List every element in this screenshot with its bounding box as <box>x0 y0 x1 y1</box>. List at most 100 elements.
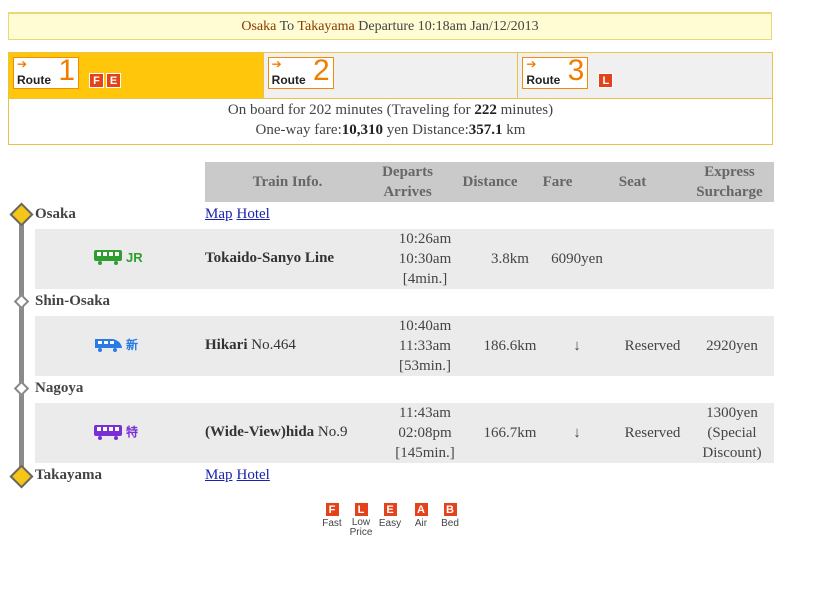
train-times: 10:26am 10:30am [4min.] <box>380 229 470 289</box>
route-number: 3 <box>567 54 585 87</box>
km-unit: km <box>502 122 526 138</box>
col-express: Express <box>704 164 755 180</box>
col-departs-arrives: Departs Arrives <box>370 162 445 202</box>
duration: [53min.] <box>398 358 452 374</box>
col-express-surcharge: Express Surcharge <box>685 162 774 202</box>
route-1-box: ➔ Route 1 <box>13 54 79 89</box>
arrive-time: 02:08pm <box>398 425 452 441</box>
route-label: Route <box>271 73 306 87</box>
seat-cell: Reserved <box>624 425 681 441</box>
legend-air: A Air <box>409 502 433 529</box>
train-name-bold: Hikari <box>205 337 248 353</box>
tab-route-3[interactable]: ➔ Route 3 L <box>518 53 773 98</box>
legend-fast: F Fast <box>320 502 344 529</box>
legend-low-price: L Low Price <box>346 502 376 538</box>
segment-row: 特 (Wide-View)hida No.9 11:43am 02:08pm [… <box>35 403 774 463</box>
station-shin-osaka: Shin-Osaka <box>35 293 111 309</box>
jr-label: JR <box>126 249 143 265</box>
fare-value: 10,310 <box>341 122 383 138</box>
fast-badge: F <box>324 502 340 517</box>
osaka-links: Map Hotel <box>205 206 274 223</box>
shinkansen-label: 新 <box>126 338 139 352</box>
arrow-right-icon: ➔ <box>526 57 537 71</box>
takayama-links: Map Hotel <box>205 467 274 484</box>
route-label: Route <box>17 73 51 87</box>
route-number: 1 <box>58 54 75 87</box>
station-node-icon <box>13 293 30 310</box>
train-name: Tokaido-Sanyo Line <box>205 250 334 267</box>
fast-badge: F <box>89 73 104 88</box>
arrow-right-icon: ➔ <box>271 57 282 71</box>
shinkansen-icon: 新 <box>93 336 138 353</box>
low-price-badge: L <box>353 502 369 517</box>
limited-express-icon: 特 <box>93 423 138 440</box>
train-number: No.464 <box>247 337 296 353</box>
legend-label: Air <box>414 518 428 529</box>
onboard-suffix: minutes) <box>496 102 554 118</box>
col-surcharge: Surcharge <box>696 184 763 200</box>
station-takayama: Takayama <box>35 467 102 483</box>
station-node-icon <box>9 464 34 489</box>
distance-cell: 3.8km <box>491 251 529 267</box>
legend-label: Low Price <box>349 517 373 538</box>
bed-badge: B <box>442 502 458 517</box>
distance-value: 357.1 <box>468 122 503 138</box>
train-times: 11:43am 02:08pm [145min.] <box>380 403 470 463</box>
route-line <box>19 218 24 476</box>
map-link[interactable]: Map <box>205 467 233 483</box>
route-summary: On board for 202 minutes (Traveling for … <box>8 98 773 145</box>
limited-express-label: 特 <box>126 425 139 439</box>
origin-city: Osaka <box>241 19 277 34</box>
onboard-line: On board for 202 minutes (Traveling for … <box>9 102 772 119</box>
route-tabs: ➔ Route 1 F E ➔ Route 2 ➔ Route 3 L <box>8 52 773 99</box>
train-number: No.9 <box>314 424 348 440</box>
low-price-badge: L <box>598 73 614 88</box>
station-osaka: Osaka <box>35 206 76 222</box>
train-name-bold: Tokaido-Sanyo Line <box>205 250 335 266</box>
route-1-badges: F E <box>89 73 121 88</box>
duration: [4min.] <box>402 271 448 287</box>
depart-time: 10:26am <box>398 231 452 247</box>
hotel-link[interactable]: Hotel <box>237 467 270 483</box>
col-fare: Fare <box>542 174 573 190</box>
jr-train-icon: JR <box>93 249 143 265</box>
tab-route-1[interactable]: ➔ Route 1 F E <box>9 53 264 98</box>
train-name: Hikari No.464 <box>205 337 296 354</box>
route-3-box: ➔ Route 3 <box>522 54 589 89</box>
train-times: 10:40am 11:33am [53min.] <box>380 316 470 376</box>
station-node-icon <box>13 380 30 397</box>
route-3-badges: L <box>598 73 614 88</box>
depart-time: 10:40am <box>398 318 452 334</box>
tab-route-2[interactable]: ➔ Route 2 <box>263 53 519 98</box>
destination-city: Takayama <box>297 19 355 34</box>
duration: [145min.] <box>395 445 455 461</box>
route-label: Route <box>526 73 561 87</box>
legend-label: Easy <box>378 518 402 529</box>
arrive-time: 11:33am <box>399 338 451 354</box>
fare-line: One-way fare:10,310 yen Distance:357.1 k… <box>9 122 772 139</box>
route-number: 2 <box>312 54 330 87</box>
legend-label: Bed <box>441 518 459 529</box>
arrive-time: 10:30am <box>398 251 452 267</box>
route-2-box: ➔ Route 2 <box>267 54 334 89</box>
surcharge-cell: 1300yen (Special Discount) <box>702 405 762 461</box>
fare-prefix: One-way fare: <box>255 122 342 138</box>
col-departs: Departs <box>382 164 433 180</box>
traveling-minutes: 222 <box>474 102 497 118</box>
col-distance: Distance <box>462 174 518 190</box>
legend-label: Fast <box>322 518 342 529</box>
surcharge-cell <box>690 229 774 289</box>
hotel-link[interactable]: Hotel <box>237 206 270 222</box>
train-name-bold: (Wide-View)hida <box>205 424 315 440</box>
easy-badge: E <box>382 502 398 517</box>
to-label: To <box>279 19 295 34</box>
col-seat: Seat <box>618 174 647 190</box>
onboard-prefix: On board for 202 minutes (Traveling for <box>227 102 475 118</box>
table-header: Train Info. Departs Arrives Distance Far… <box>205 162 774 202</box>
depart-time: 11:43am <box>399 405 451 421</box>
distance-cell: 166.7km <box>483 425 537 441</box>
map-link[interactable]: Map <box>205 206 233 222</box>
segment-row: 新 Hikari No.464 10:40am 11:33am [53min.]… <box>35 316 774 376</box>
train-name: (Wide-View)hida No.9 <box>205 424 348 441</box>
easy-badge: E <box>106 73 121 88</box>
